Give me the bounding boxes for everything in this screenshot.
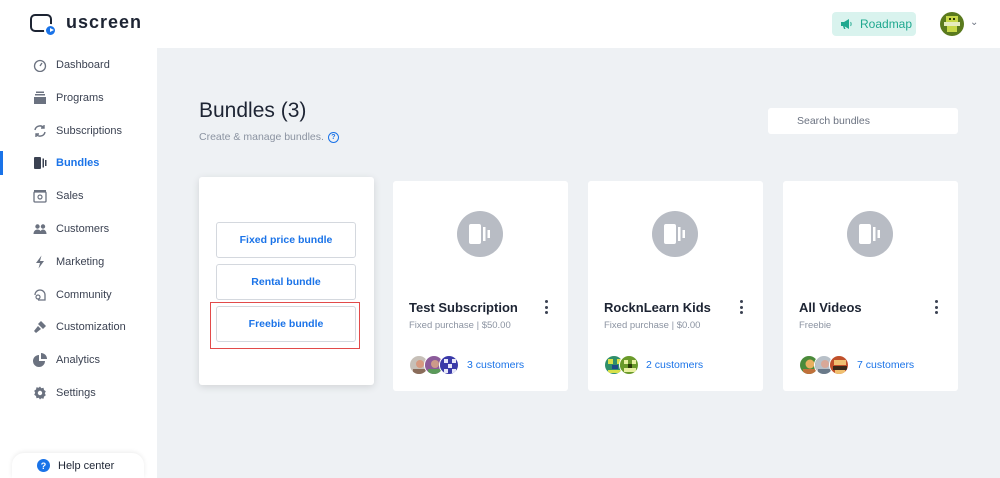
bundle-meta: Fixed purchase | $0.00 [604,320,701,331]
bundle-thumbnail-icon [457,211,503,257]
sidebar-item-sales[interactable]: Sales [0,182,157,210]
sidebar-item-label: Settings [56,387,96,399]
bundle-card-all-videos[interactable]: All Videos Freebie 7 customers [783,181,958,391]
bundle-thumbnail-icon [652,211,698,257]
fixed-price-bundle-button[interactable]: Fixed price bundle [216,222,356,258]
sidebar-item-bundles[interactable]: Bundles [0,149,157,177]
chevron-down-icon[interactable]: ⌄ [970,17,978,28]
highlight-box [210,302,360,349]
marketing-icon [33,255,47,269]
bundle-meta: Freebie [799,320,832,331]
roadmap-label: Roadmap [860,17,913,31]
bundle-meta: Fixed purchase | $50.00 [409,320,511,331]
sidebar: Dashboard Programs Subscriptions Bundles… [0,48,157,478]
sidebar-item-label: Sales [56,190,84,202]
logo-icon [30,13,57,37]
customization-icon [33,320,47,334]
app-name: uscreen [66,12,143,32]
sidebar-item-customization[interactable]: Customization [0,313,157,341]
bundle-title: RocknLearn Kids [604,300,711,315]
help-icon: ? [37,459,50,472]
avatar [439,355,459,375]
bundle-card-test-subscription[interactable]: Test Subscription Fixed purchase | $50.0… [393,181,568,391]
sidebar-item-label: Bundles [56,157,100,169]
sidebar-item-dashboard[interactable]: Dashboard [0,51,157,79]
bundle-card-rocknlearn-kids[interactable]: RocknLearn Kids Fixed purchase | $0.00 2… [588,181,763,391]
gear-icon [33,386,47,400]
bundle-title: Test Subscription [409,300,518,315]
customers-link[interactable]: 3 customers [467,359,524,371]
help-center-button[interactable]: ? Help center [12,453,144,478]
community-icon [33,288,47,302]
subscriptions-icon [33,124,47,138]
bundle-title: All Videos [799,300,862,315]
page-title: Bundles (3) [199,99,307,122]
top-bar: uscreen Roadmap ⌄ [0,0,1000,48]
search-input[interactable] [768,108,958,134]
programs-icon [33,91,47,105]
sidebar-item-label: Subscriptions [56,125,123,137]
sidebar-item-community[interactable]: Community [0,281,157,309]
customer-avatars [409,355,459,375]
avatar [619,355,639,375]
rental-bundle-button[interactable]: Rental bundle [216,264,356,300]
customers-icon [33,222,47,236]
sidebar-item-programs[interactable]: Programs [0,84,157,112]
more-options-icon[interactable] [543,300,549,314]
dashboard-icon [33,58,47,72]
sidebar-item-label: Analytics [56,354,101,366]
customers-link[interactable]: 2 customers [646,359,703,371]
page-subtitle: Create & manage bundles. ? [199,131,339,143]
user-avatar[interactable] [940,12,964,36]
analytics-icon [33,353,47,367]
customer-avatars [799,355,849,375]
customers-link[interactable]: 7 customers [857,359,914,371]
create-bundle-menu: Fixed price bundle Rental bundle Freebie… [199,177,374,385]
sidebar-item-analytics[interactable]: Analytics [0,346,157,374]
sidebar-item-label: Customers [56,223,110,235]
roadmap-button[interactable]: Roadmap [832,12,916,36]
sidebar-item-label: Dashboard [56,59,110,71]
help-circle-icon[interactable]: ? [327,131,339,143]
sidebar-item-settings[interactable]: Settings [0,379,157,407]
sidebar-item-customers[interactable]: Customers [0,215,157,243]
sidebar-item-subscriptions[interactable]: Subscriptions [0,117,157,145]
sidebar-item-label: Community [56,289,112,301]
avatar [829,355,849,375]
sidebar-item-label: Marketing [56,256,105,268]
app-logo[interactable]: uscreen [30,12,143,37]
customer-avatars [604,355,639,375]
sidebar-item-label: Programs [56,92,104,104]
subtitle-text: Create & manage bundles. [199,131,324,143]
megaphone-icon [841,19,852,29]
bundle-thumbnail-icon [847,211,893,257]
more-options-icon[interactable] [738,300,744,314]
more-options-icon[interactable] [933,300,939,314]
search-icon [779,115,789,125]
sidebar-item-label: Customization [56,321,126,333]
bundles-icon [33,156,47,170]
help-center-label: Help center [58,459,115,472]
sales-icon [33,189,47,203]
sidebar-item-marketing[interactable]: Marketing [0,248,157,276]
